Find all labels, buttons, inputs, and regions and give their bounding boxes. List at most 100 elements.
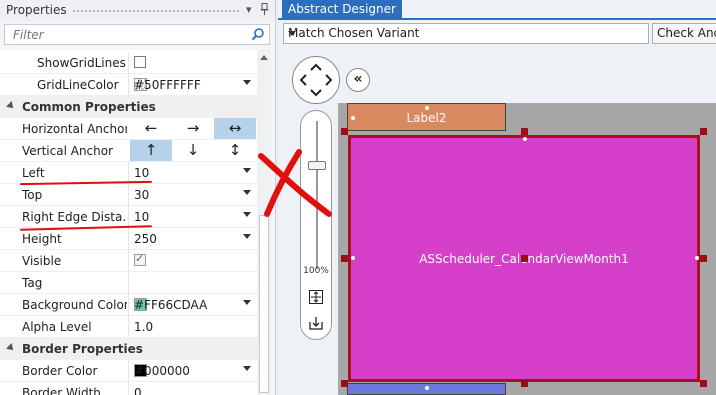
row-top: Top 30 [0,184,257,206]
row-horizontal-anchor: Horizontal Anchor ← → ↔ [0,118,257,140]
zoom-panel: 100% [300,110,332,340]
property-value[interactable]: 30 [128,184,257,206]
anchor-dot [351,256,355,260]
properties-title: Properties [6,3,67,17]
chevron-down-icon[interactable] [243,190,251,195]
visible-checkbox[interactable] [134,252,146,266]
anchor-vertical-both-icon[interactable]: ↕ [214,140,256,161]
property-grid-scrollbar[interactable] [257,50,271,395]
row-background-color: Background Color #FF66CDAA [0,294,257,316]
property-name: Left [22,166,45,180]
pin-icon[interactable] [260,3,269,18]
resize-handle[interactable] [700,255,707,262]
chevron-down-icon[interactable] [243,80,251,85]
row-visible: Visible [0,250,257,272]
border-width-value[interactable]: 0 [134,386,142,395]
zoom-level: 100% [303,266,329,276]
resize-handle[interactable] [521,128,528,135]
category-border-properties[interactable]: Border Properties [0,338,257,360]
chevron-down-icon[interactable] [243,300,251,305]
right-edge-distance-value[interactable]: 10 [134,210,149,224]
filter-input[interactable] [11,27,245,43]
anchor-left-icon[interactable]: ← [130,118,172,139]
anchor-dot [425,106,429,110]
navigation-pad[interactable] [292,56,340,104]
properties-title-bar: Properties ▾ [0,0,275,21]
property-name: Vertical Anchor [22,144,114,158]
search-icon[interactable] [251,27,265,41]
red-x-annotation [258,149,332,217]
alpha-level-value[interactable]: 1.0 [134,320,153,334]
chevron-down-icon[interactable] [288,31,296,36]
left-value[interactable]: 10 [134,166,149,180]
property-value[interactable]: 0 [128,382,257,395]
anchor-right-icon[interactable]: → [172,118,214,139]
anchor-dot [425,386,429,390]
collapse-double-chevron-icon[interactable]: « [346,68,370,92]
row-show-grid-lines: ShowGridLines [0,52,257,74]
property-value[interactable]: #000000 [128,360,257,382]
anchor-dot [695,256,699,260]
resize-handle[interactable] [700,128,707,135]
row-border-color: Border Color #000000 [0,360,257,382]
collapse-arrow-icon[interactable] [6,101,16,111]
scroll-up-icon[interactable] [260,55,268,60]
property-value[interactable] [128,272,257,294]
pan-arrows-icon[interactable] [293,57,339,103]
resize-handle[interactable] [341,255,348,262]
tab-abstract-designer[interactable]: Abstract Designer [282,0,402,18]
row-right-edge-distance: Right Edge Dista... 10 [0,206,257,228]
top-value[interactable]: 30 [134,188,149,202]
resize-handle[interactable] [521,380,528,387]
property-name: Border Width [22,386,101,395]
property-name: ShowGridLines [37,56,126,70]
property-name: Visible [22,254,62,268]
chevron-down-icon[interactable] [243,366,251,371]
property-name: Height [22,232,62,246]
fit-to-screen-icon[interactable] [308,289,324,305]
property-value[interactable]: 250 [128,228,257,250]
property-value[interactable] [128,52,257,74]
tab-underline [278,18,716,20]
anchor-top-icon[interactable]: ↑ [130,140,172,161]
height-value[interactable]: 250 [134,232,157,246]
property-value: ↑ ↓ ↕ [128,140,257,162]
properties-panel: Properties ▾ ShowGridLines GridLineColor… [0,0,276,395]
row-alpha-level: Alpha Level 1.0 [0,316,257,338]
property-grid: ShowGridLines GridLineColor #50FFFFFF Co… [0,50,257,395]
property-value[interactable] [128,250,257,272]
anchor-bottom-icon[interactable]: ↓ [172,140,214,161]
anchor-both-icon[interactable]: ↔ [214,118,256,139]
category-label: Common Properties [22,100,156,114]
row-border-width: Border Width 0 [0,382,257,395]
variant-select[interactable]: Match Chosen Variant [283,23,649,44]
anchor-dot [523,137,527,141]
category-label: Border Properties [22,342,143,356]
chevron-down-icon[interactable]: ▾ [246,3,252,16]
background-color-value: #FF66CDAA [134,298,208,312]
show-grid-lines-checkbox[interactable] [134,56,146,68]
row-grid-line-color: GridLineColor #50FFFFFF [0,74,257,96]
chevron-down-icon[interactable] [243,212,251,217]
property-value[interactable]: #FF66CDAA [128,294,257,316]
chevron-down-icon[interactable] [243,234,251,239]
grid-line-color-value: #50FFFFFF [134,78,201,92]
filter-box[interactable] [4,24,270,45]
resize-handle[interactable] [341,380,348,387]
scrollbar-thumb[interactable] [259,215,269,393]
resize-handle[interactable] [521,255,528,262]
category-common-properties[interactable]: Common Properties [0,96,257,118]
property-name: Alpha Level [22,320,92,334]
export-icon[interactable] [308,315,324,331]
property-value[interactable]: 1.0 [128,316,257,338]
collapse-arrow-icon[interactable] [6,343,16,353]
chevron-down-icon[interactable] [243,168,251,173]
property-value[interactable]: #50FFFFFF [128,74,257,96]
border-color-value: #000000 [134,364,190,378]
variant-select-value: Match Chosen Variant [288,26,420,40]
resize-handle[interactable] [341,128,348,135]
resize-handle[interactable] [700,380,707,387]
check-anchors-button[interactable]: Check Anch [652,23,716,44]
abstract-designer: Abstract Designer Match Chosen Variant C… [278,0,716,395]
row-height: Height 250 [0,228,257,250]
